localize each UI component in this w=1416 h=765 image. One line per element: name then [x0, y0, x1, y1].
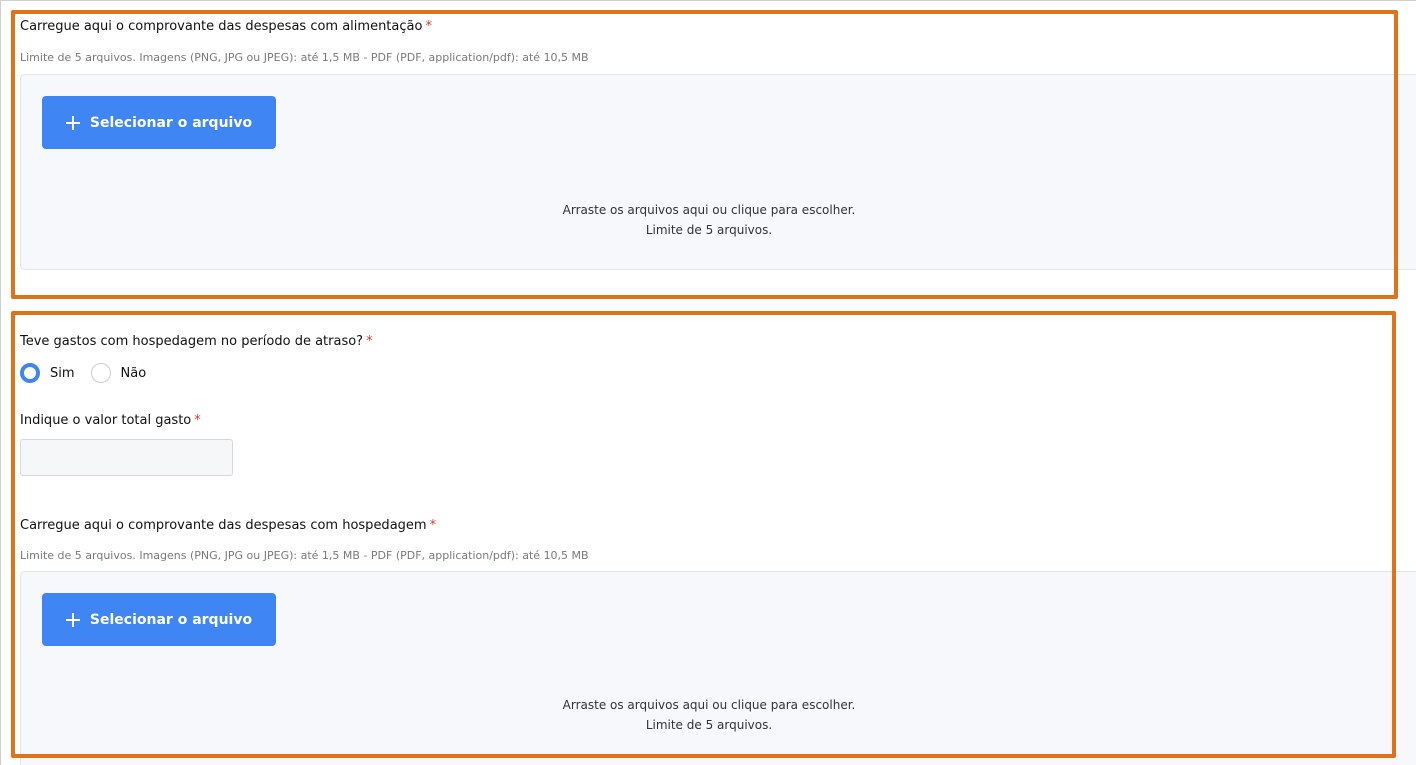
upload-hospedagem-label: Carregue aqui o comprovante das despesas…: [20, 518, 436, 533]
upload-hospedagem-label-text: Carregue aqui o comprovante das despesas…: [20, 518, 427, 533]
radio-sim[interactable]: [20, 363, 40, 383]
upload-hospedagem-drop-text: Arraste os arquivos aqui ou clique para …: [1, 695, 1416, 735]
select-file-button-alimentacao[interactable]: Selecionar o arquivo: [42, 96, 276, 149]
upload-alimentacao-drop-text: Arraste os arquivos aqui ou clique para …: [1, 200, 1416, 240]
upload-hospedagem-hint: Limite de 5 arquivos. Imagens (PNG, JPG …: [20, 549, 589, 562]
drop-text-line2: Limite de 5 arquivos.: [645, 223, 773, 237]
required-mark: *: [194, 413, 201, 428]
upload-alimentacao-label: Carregue aqui o comprovante das despesas…: [20, 19, 432, 34]
valor-total-input[interactable]: [20, 439, 233, 476]
select-file-button-label: Selecionar o arquivo: [89, 114, 253, 131]
plus-icon: [65, 612, 80, 627]
upload-alimentacao-label-text: Carregue aqui o comprovante das despesas…: [20, 19, 423, 34]
required-mark: *: [366, 334, 373, 349]
valor-total-label-text: Indique o valor total gasto: [20, 413, 192, 428]
select-file-button-hospedagem[interactable]: Selecionar o arquivo: [42, 593, 276, 646]
hospedagem-question-label: Teve gastos com hospedagem no período de…: [20, 334, 373, 349]
radio-sim-label[interactable]: Sim: [50, 366, 75, 381]
form-page: Carregue aqui o comprovante das despesas…: [0, 0, 1416, 765]
drop-text-line1: Arraste os arquivos aqui ou clique para …: [562, 203, 856, 217]
radio-nao[interactable]: [90, 363, 111, 383]
required-mark: *: [429, 518, 437, 533]
upload-alimentacao-dropzone[interactable]: Selecionar o arquivo: [20, 74, 1416, 270]
required-mark: *: [425, 19, 432, 34]
drop-text-line1: Arraste os arquivos aqui ou clique para …: [562, 698, 856, 712]
hospedagem-radio-group: Sim Não: [20, 363, 162, 383]
select-file-button-label: Selecionar o arquivo: [89, 611, 253, 628]
drop-text-line2: Limite de 5 arquivos.: [645, 718, 773, 732]
valor-total-label: Indique o valor total gasto *: [20, 413, 201, 428]
radio-nao-label[interactable]: Não: [121, 366, 147, 381]
hospedagem-question-label-text: Teve gastos com hospedagem no período de…: [20, 334, 364, 349]
plus-icon: [65, 115, 80, 130]
upload-hospedagem-dropzone[interactable]: Selecionar o arquivo: [20, 571, 1416, 765]
upload-alimentacao-hint: Limite de 5 arquivos. Imagens (PNG, JPG …: [20, 51, 589, 64]
